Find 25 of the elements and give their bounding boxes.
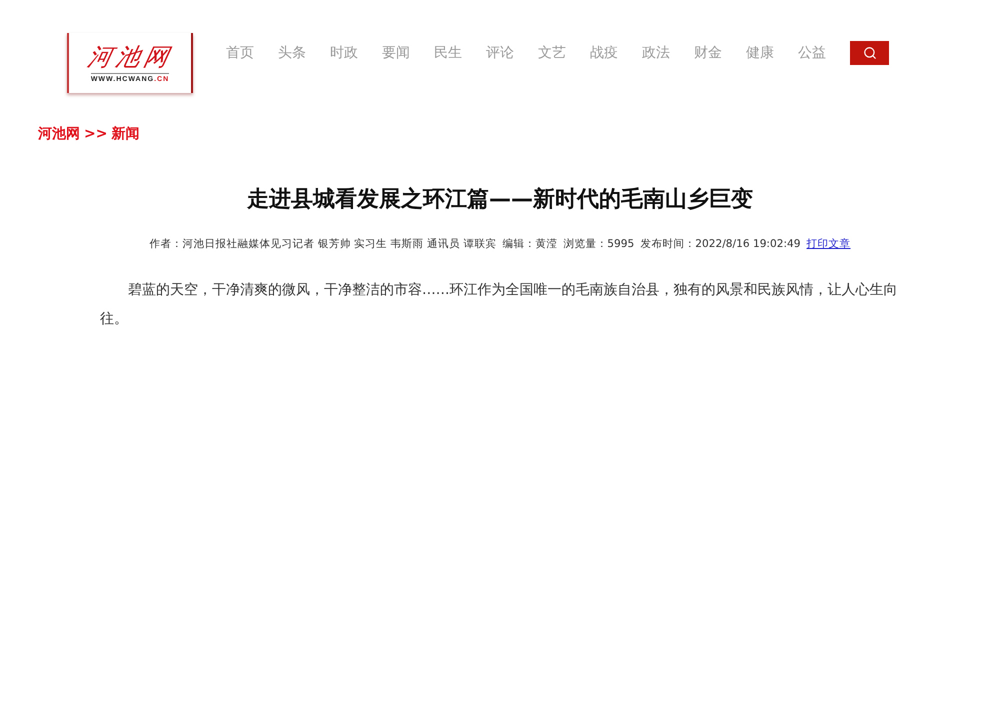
article-title: 走进县城看发展之环江篇——新时代的毛南山乡巨变 [246,186,754,214]
logo-calligraphy: 河池网 [85,42,175,70]
breadcrumb-separator: >> [84,125,108,144]
breadcrumb-link[interactable]: 河池网 [38,124,80,144]
search-button[interactable] [850,41,889,65]
nav-link[interactable]: 公益 [798,41,826,65]
article-paragraph: 碧蓝的天空，干净清爽的微风，干净整洁的市容……环江作为全国唯一的毛南族自治县，独有的风景和民族风情，让人心生向往。 [100,281,899,329]
nav-link[interactable]: 文艺 [538,41,566,65]
nav-link[interactable]: 财金 [694,41,722,65]
print-article-link[interactable]: 打印文章 [806,236,851,252]
search-icon [862,46,876,60]
nav-link[interactable]: 战疫 [590,41,618,65]
publish-time: 发布时间：2022/8/16 19:02:49 [640,237,801,252]
nav-link[interactable]: 要闻 [382,41,410,65]
author-credit: 作者：河池日报社融媒体见习记者 银芳帅 实习生 韦斯雨 通讯员 谭联宾 [149,237,496,252]
nav-link[interactable]: 健康 [746,41,774,65]
breadcrumb-link[interactable]: 新闻 [111,124,140,144]
nav-link[interactable]: 民生 [434,41,462,65]
view-count: 浏览量：5995 [563,237,634,252]
editor-credit: 编辑：黄滢 [502,237,558,252]
nav-link[interactable]: 评论 [486,41,514,65]
nav-link[interactable]: 头条 [278,41,306,65]
nav-link[interactable]: 政法 [642,41,670,65]
nav-link[interactable]: 时政 [330,41,358,65]
nav-link[interactable]: 首页 [226,41,254,65]
